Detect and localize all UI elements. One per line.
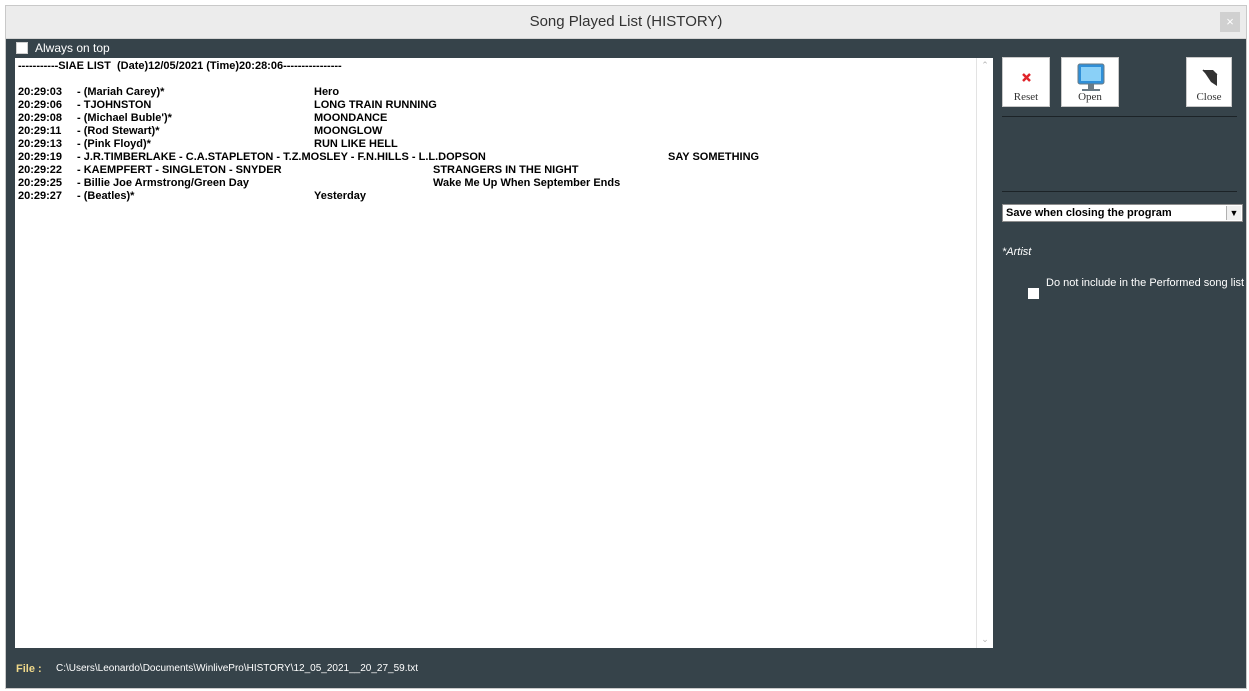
play-time: 20:29:06 [18,99,63,111]
history-text-area[interactable]: -----------SIAE LIST (Date)12/05/2021 (T… [15,58,976,648]
exclude-performed-checkbox[interactable] [1028,288,1039,299]
song-artist: - TJOHNSTON [77,99,152,111]
list-item: 20:29:06 - TJOHNSTON LONG TRAIN RUNNING [18,99,973,112]
x-icon [1022,73,1031,82]
play-time: 20:29:25 [18,177,63,189]
song-title: Yesterday [314,190,366,202]
open-button[interactable]: Open [1061,57,1119,107]
play-time: 20:29:03 [18,86,63,98]
exclude-performed-option[interactable]: Do not include in the Performed song lis… [1028,278,1246,308]
chevron-down-icon[interactable]: ▼ [1226,206,1241,220]
list-item: 20:29:08 - (Michael Buble')* MOONDANCE [18,112,973,125]
close-label: Close [1196,91,1222,103]
always-on-top-toggle[interactable]: Always on top [16,40,110,56]
song-title: RUN LIKE HELL [314,138,398,150]
list-item: 20:29:19 - J.R.TIMBERLAKE - C.A.STAPLETON… [18,151,973,164]
window-title: Song Played List (HISTORY) [529,13,723,30]
file-label: File : [16,663,42,675]
list-item: 20:29:11 - (Rod Stewart)* MOONGLOW [18,125,973,138]
song-artist: - (Rod Stewart)* [77,125,160,137]
song-title: Hero [314,86,340,98]
song-artist: - KAEMPFERT - SINGLETON - SNYDER [77,164,282,176]
list-item: 20:29:22 - KAEMPFERT - SINGLETON - SNYDER… [18,164,973,177]
artist-note: *Artist [1002,246,1032,258]
song-artist: - (Beatles)* [77,190,135,202]
title-bar[interactable]: Song Played List (HISTORY) × [6,6,1246,39]
list-header: -----------SIAE LIST (Date)12/05/2021 (T… [18,60,342,72]
vertical-scrollbar[interactable]: ⌃ ⌄ [976,58,993,648]
play-time: 20:29:27 [18,190,63,202]
reset-button[interactable]: Reset [1002,57,1050,107]
list-item: 20:29:03 - (Mariah Carey)* Hero [18,86,973,99]
always-on-top-checkbox[interactable] [16,42,28,54]
play-time: 20:29:22 [18,164,63,176]
play-time: 20:29:08 [18,112,63,124]
song-artist: - J.R.TIMBERLAKE - C.A.STAPLETON - T.Z.M… [77,151,486,163]
close-button[interactable]: Close [1186,57,1232,107]
list-item: 20:29:13 - (Pink Floyd)* RUN LIKE HELL [18,138,973,151]
always-on-top-label: Always on top [35,41,110,55]
window-close-button[interactable]: × [1220,12,1240,32]
status-bar: File : C:\Users\Leonardo\Documents\Winli… [6,649,996,688]
play-time: 20:29:11 [18,125,62,137]
song-artist: - (Pink Floyd)* [77,138,151,150]
song-title: LONG TRAIN RUNNING [314,99,437,111]
exclude-performed-label: Do not include in the Performed song lis… [1046,278,1245,289]
file-path: C:\Users\Leonardo\Documents\WinlivePro\H… [56,663,419,674]
list-item: 20:29:25 - Billie Joe Armstrong/Green Day… [18,177,973,190]
save-mode-value: Save when closing the program [1006,207,1172,219]
play-time: 20:29:13 [18,138,63,150]
song-artist: - (Mariah Carey)* [77,86,165,98]
play-time: 20:29:19 [18,151,63,163]
scroll-up-icon[interactable]: ⌃ [979,60,991,72]
open-label: Open [1078,91,1102,103]
song-title: MOONDANCE [314,112,388,124]
list-item: 20:29:27 - (Beatles)* Yesterday [18,190,973,203]
history-window: Song Played List (HISTORY) × Always on t… [6,6,1246,688]
save-mode-dropdown[interactable]: Save when closing the program ▼ [1002,204,1243,222]
scroll-down-icon[interactable]: ⌄ [979,634,991,646]
song-artist: - Billie Joe Armstrong/Green Day [77,177,249,189]
reset-label: Reset [1013,91,1039,103]
song-title: STRANGERS IN THE NIGHT [433,164,579,176]
song-title: Wake Me Up When September Ends [433,177,621,189]
song-title-extra: SAY SOMETHING [668,151,760,163]
song-title: MOONGLOW [314,125,383,137]
song-artist: - (Michael Buble')* [77,112,172,124]
divider-top [1002,116,1237,117]
divider-mid [1002,191,1237,192]
